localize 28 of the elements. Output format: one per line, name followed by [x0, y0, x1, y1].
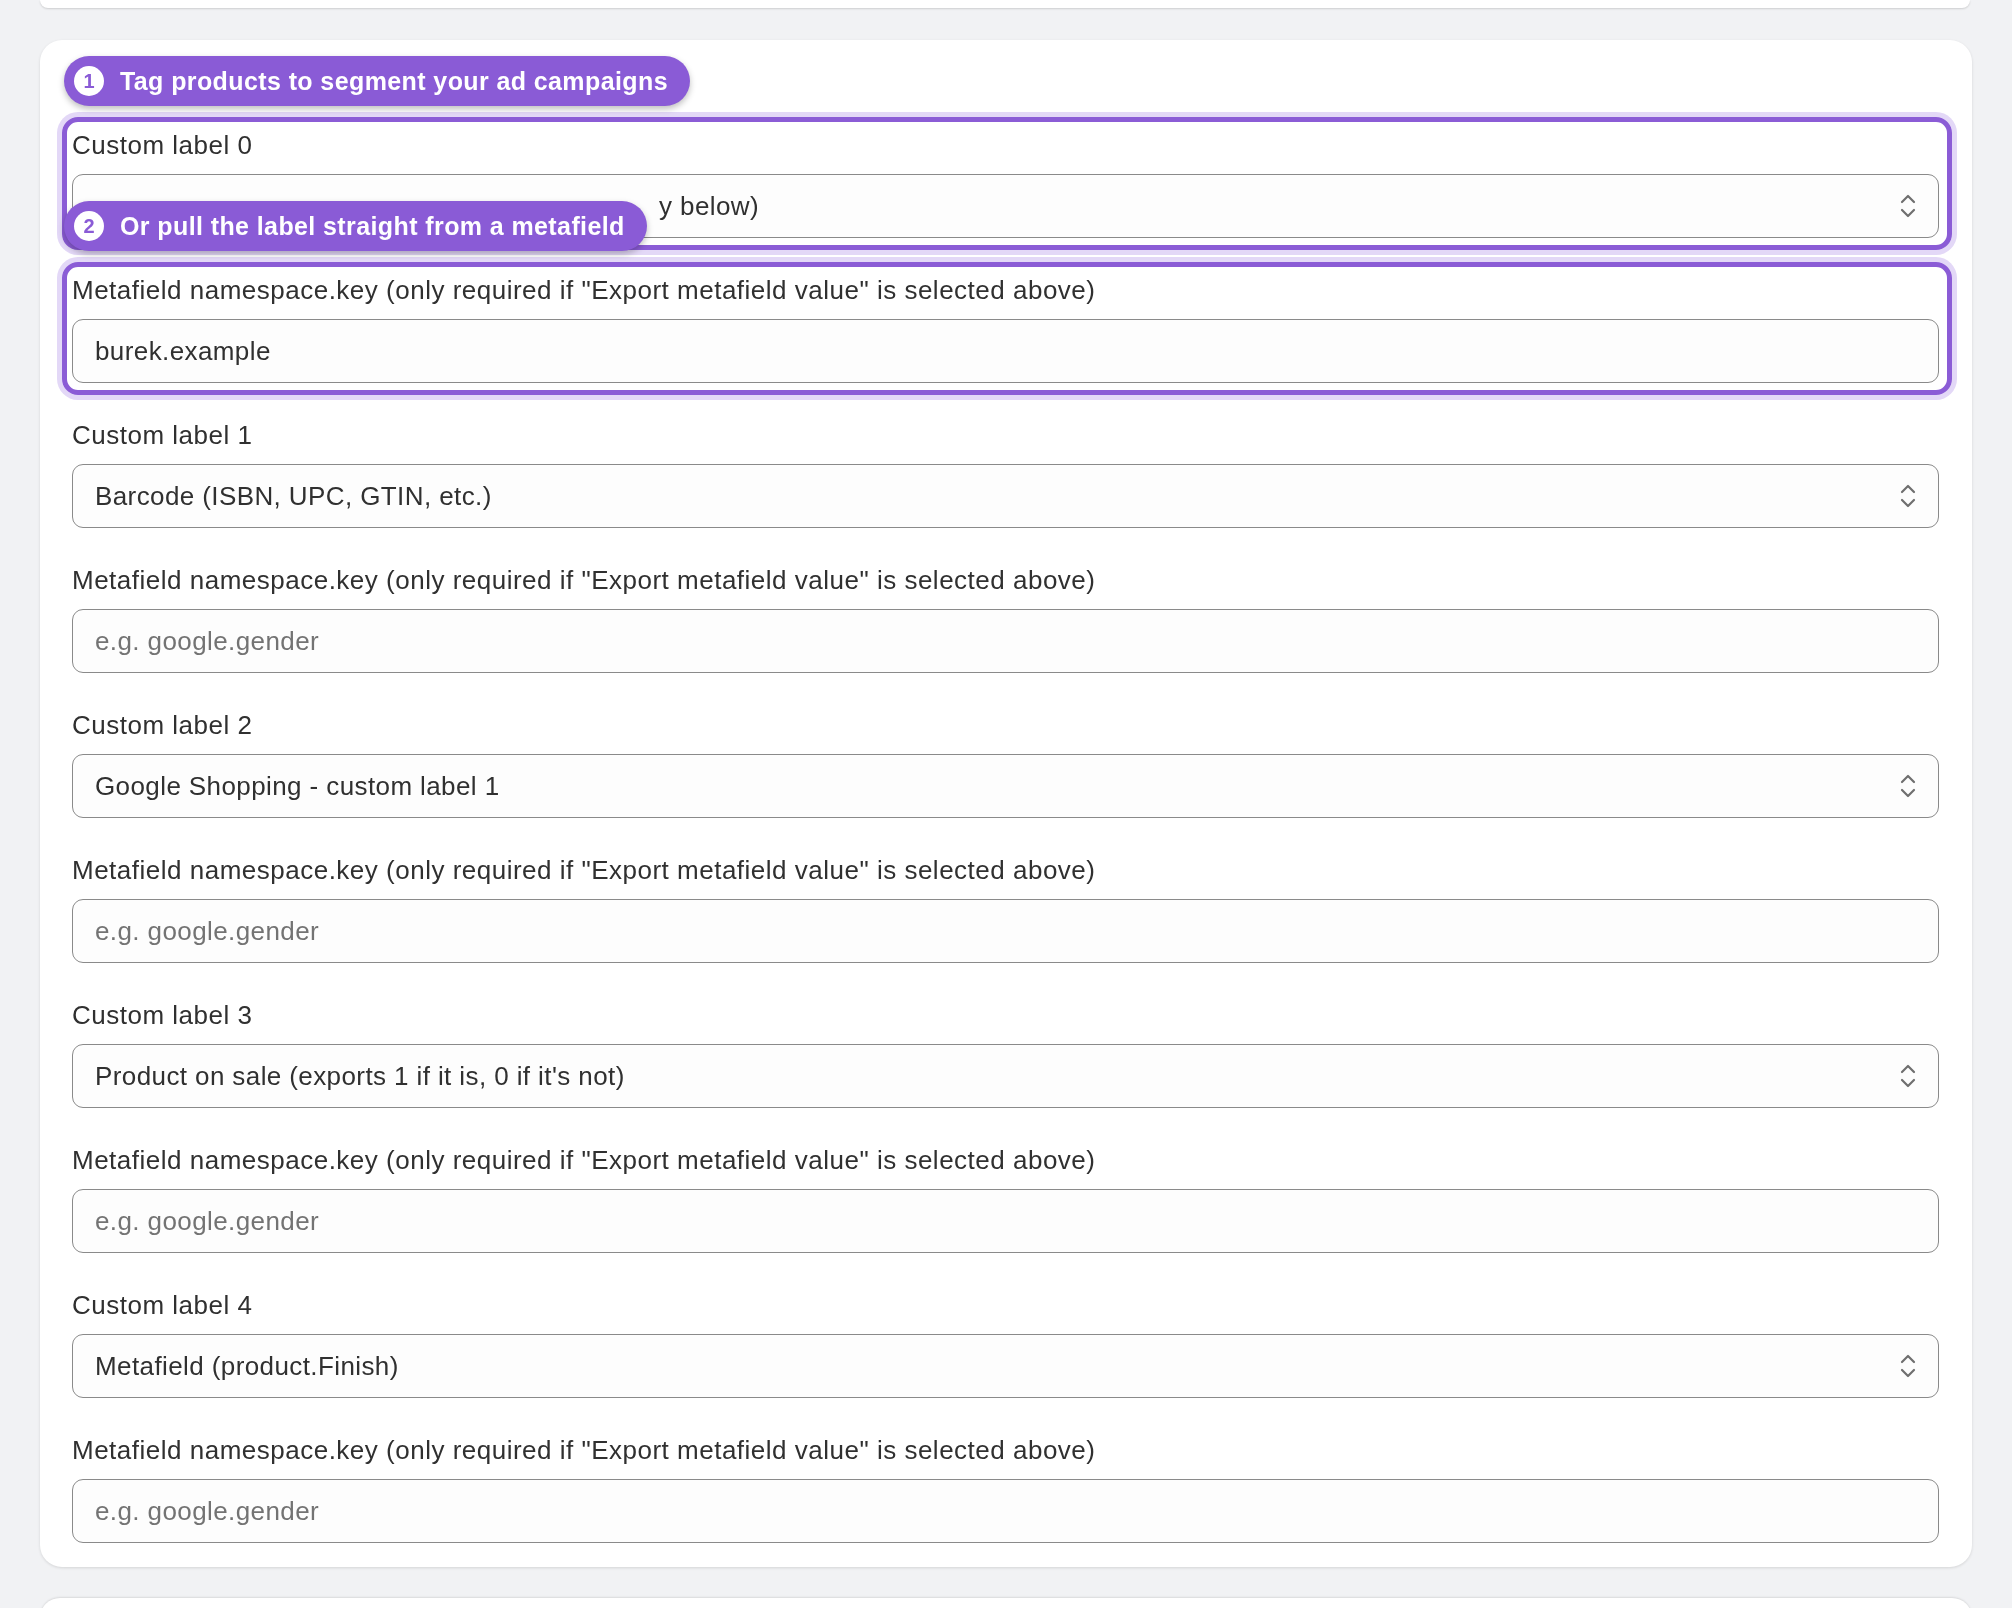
step-number: 2: [74, 211, 104, 241]
field-label: Metafield namespace.key (only required if "Export metafield value" is selected above): [72, 565, 1097, 595]
chevron-icon: [1900, 1063, 1916, 1089]
callout-text: Tag products to segment your ad campaigns: [120, 66, 668, 96]
input-field[interactable]: e.g. google.gender: [72, 1479, 1939, 1543]
input-field[interactable]: burek.example: [72, 319, 1939, 383]
select-field[interactable]: Product on sale (exports 1 if it is, 0 if it's not): [72, 1044, 1939, 1108]
select-field[interactable]: Google Shopping - custom label 1: [72, 754, 1939, 818]
field-label: Metafield namespace.key (only required if "Export metafield value" is selected above): [72, 1435, 1097, 1465]
chevron-icon: [1900, 193, 1916, 219]
input-field[interactable]: e.g. google.gender: [72, 899, 1939, 963]
input-field[interactable]: e.g. google.gender: [72, 609, 1939, 673]
select-field[interactable]: Barcode (ISBN, UPC, GTIN, etc.): [72, 464, 1939, 528]
input-field[interactable]: e.g. google.gender: [72, 1189, 1939, 1253]
callout-text: Or pull the label straight from a metafield: [120, 211, 625, 241]
step-number: 1: [74, 66, 104, 96]
field-label: Custom label 1: [72, 420, 254, 450]
field-label: Metafield namespace.key (only required if "Export metafield value" is selected above): [72, 855, 1097, 885]
field-label: Custom label 2: [72, 710, 254, 740]
chevron-icon: [1900, 1353, 1916, 1379]
field-label: Custom label 4: [72, 1290, 254, 1320]
field-label: Custom label 3: [72, 1000, 254, 1030]
field-label: Custom label 0: [72, 130, 254, 160]
chevron-icon: [1900, 483, 1916, 509]
chevron-icon: [1900, 773, 1916, 799]
field-label: Metafield namespace.key (only required if "Export metafield value" is selected above): [72, 275, 1097, 305]
select-field[interactable]: Metafield (product.Finish): [72, 1334, 1939, 1398]
field-label: Metafield namespace.key (only required if "Export metafield value" is selected above): [72, 1145, 1097, 1175]
